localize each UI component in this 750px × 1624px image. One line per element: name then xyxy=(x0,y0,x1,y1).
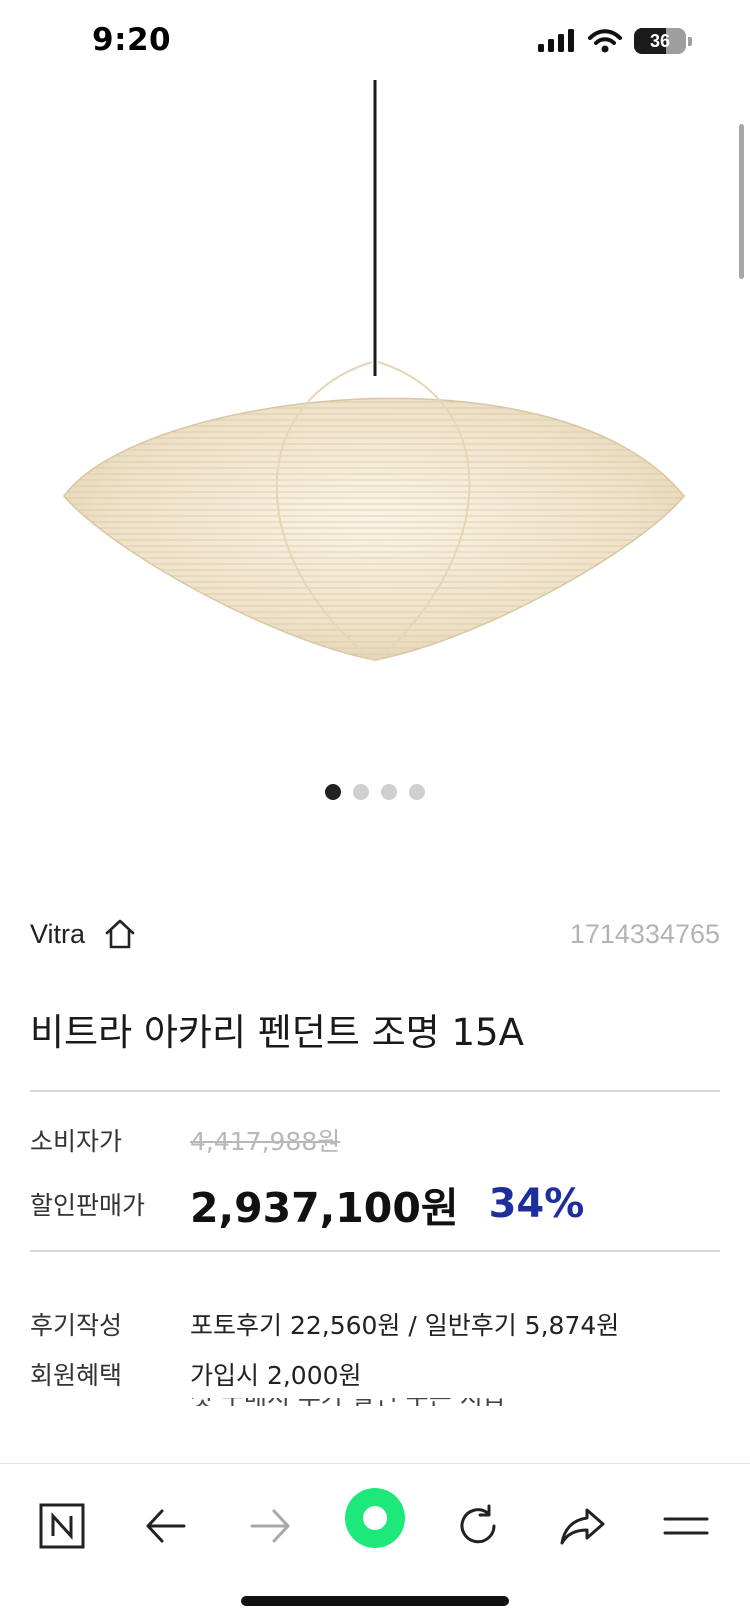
member-value-2: 첫 구매시 추가 할인 쿠폰 지급 xyxy=(190,1398,520,1406)
wifi-icon xyxy=(588,29,622,53)
sale-price-row: 할인판매가 2,937,100원 34% xyxy=(30,1176,720,1232)
member-value: 가입시 2,000원 xyxy=(190,1361,362,1390)
carousel-dots[interactable] xyxy=(0,784,750,800)
green-dot-button[interactable] xyxy=(345,1488,405,1548)
review-benefit-row: 후기작성 포토후기 22,560원 / 일반후기 5,874원 xyxy=(30,1306,720,1342)
consumer-price-label: 소비자가 xyxy=(30,1127,123,1156)
menu-button[interactable] xyxy=(656,1496,716,1556)
product-title: 비트라 아카리 펜던트 조명 15A xyxy=(30,1011,524,1054)
sale-price: 2,937,100원 xyxy=(190,1184,459,1232)
status-icons: 36 xyxy=(538,28,692,54)
forward-arrow-icon xyxy=(250,1509,290,1543)
carousel-dot[interactable] xyxy=(381,784,397,800)
back-arrow-icon xyxy=(146,1509,186,1543)
sale-price-label: 할인판매가 xyxy=(30,1191,146,1220)
battery-level: 36 xyxy=(649,30,671,51)
status-time: 9:20 xyxy=(92,22,172,58)
product-image[interactable] xyxy=(0,80,750,740)
carousel-dot[interactable] xyxy=(353,784,369,800)
consumer-price-row: 소비자가 4,417,988원 xyxy=(30,1122,720,1158)
brand-name[interactable]: Vitra xyxy=(30,919,85,950)
member-value-cutoff: 첫 구매시 추가 할인 쿠폰 지급 xyxy=(190,1398,520,1406)
menu-icon xyxy=(663,1517,709,1535)
green-dot-icon xyxy=(345,1488,405,1548)
forward-button[interactable] xyxy=(240,1496,300,1556)
brand-row: Vitra 1714334765 xyxy=(30,914,720,954)
consumer-price: 4,417,988원 xyxy=(190,1127,341,1156)
member-label: 회원혜택 xyxy=(30,1361,123,1390)
product-code: 1714334765 xyxy=(569,918,720,949)
share-button[interactable] xyxy=(552,1496,612,1556)
carousel-dot[interactable] xyxy=(409,784,425,800)
share-icon xyxy=(560,1508,605,1545)
naver-n-button[interactable] xyxy=(32,1496,92,1556)
member-benefit-row: 회원혜택 가입시 2,000원 xyxy=(30,1356,720,1392)
divider xyxy=(30,1250,720,1252)
reload-button[interactable] xyxy=(448,1496,508,1556)
home-icon[interactable] xyxy=(103,917,137,951)
review-label: 후기작성 xyxy=(30,1311,123,1340)
divider xyxy=(30,1090,720,1092)
review-value: 포토후기 22,560원 / 일반후기 5,874원 xyxy=(190,1311,620,1340)
battery-icon: 36 xyxy=(634,28,686,54)
carousel-dot[interactable] xyxy=(325,784,341,800)
battery-tip xyxy=(688,36,692,46)
reload-icon xyxy=(460,1504,496,1544)
home-indicator[interactable] xyxy=(241,1596,509,1606)
status-bar: 9:20 36 xyxy=(0,0,750,88)
back-button[interactable] xyxy=(136,1496,196,1556)
naver-n-icon xyxy=(39,1503,85,1549)
cellular-signal-icon xyxy=(538,29,574,52)
discount-rate: 34% xyxy=(488,1181,585,1227)
